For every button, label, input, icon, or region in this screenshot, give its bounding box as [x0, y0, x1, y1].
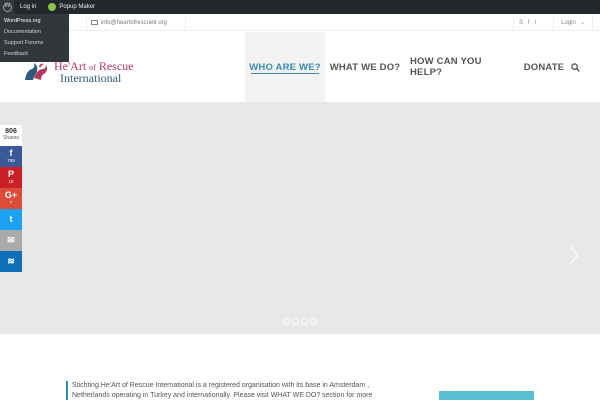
pinterest-share-button[interactable]: P 15 [0, 167, 22, 188]
facebook-icon: f [9, 148, 13, 159]
share-total-label: Shares [3, 135, 19, 141]
logo-text-line2: International [60, 71, 122, 85]
admin-login-label: Log in [20, 4, 37, 10]
contact-email[interactable]: info@heartofrescuetr.org [86, 14, 186, 31]
sumome-icon: ≋ [7, 256, 15, 266]
slider-pagination [283, 318, 317, 325]
chevron-down-icon: ⌄ [579, 20, 585, 26]
twitter-bird-icon: t [9, 214, 13, 224]
wordpress-menu-dropdown: WordPress.org Documentation Support Foru… [0, 14, 69, 62]
intro-line-2: Netherlands operating in Turkey and inte… [72, 392, 373, 399]
twitter-share-button[interactable]: t [0, 209, 22, 230]
admin-bar: Log in Popup Maker [0, 0, 600, 14]
popup-maker-menu[interactable]: Popup Maker [42, 3, 101, 11]
intro-cta-button[interactable] [439, 391, 534, 400]
slider-dot[interactable] [292, 318, 299, 325]
login-dropdown[interactable]: Login ⌄ [553, 14, 593, 31]
skype-icon[interactable]: S [519, 20, 523, 26]
envelope-icon: ✉ [7, 235, 15, 245]
admin-login-link[interactable]: Log in [14, 4, 42, 10]
google-plus-share-button[interactable]: G+ 7 [0, 188, 22, 209]
search-icon[interactable] [571, 63, 580, 72]
nav-what-we-do-label: WHAT WE DO? [329, 61, 401, 73]
pinterest-icon: P [7, 169, 14, 180]
login-label: Login [561, 19, 576, 26]
slider-dot[interactable] [310, 318, 317, 325]
hero-slider [0, 102, 600, 334]
nav-active-underline [251, 73, 319, 74]
nav-donate[interactable]: DONATE [522, 32, 566, 102]
slider-dot[interactable] [283, 318, 290, 325]
twitter-icon[interactable]: t [535, 20, 537, 26]
social-links: S f t [513, 14, 541, 31]
nav-how-can-you-help[interactable]: HOW CAN YOU HELP? [410, 32, 514, 102]
intro-line-1: Stichting He'Art of Rescue International… [72, 382, 370, 389]
slider-dot[interactable] [301, 318, 308, 325]
facebook-icon[interactable]: f [528, 20, 530, 26]
google-plus-share-count: 7 [9, 200, 13, 206]
popup-maker-icon [48, 3, 57, 11]
nav-who-are-we-label: WHO ARE WE? [249, 61, 321, 73]
contact-email-text: info@heartofrescuetr.org [100, 19, 167, 26]
chevron-right-icon[interactable] [569, 245, 579, 265]
wp-menu-item[interactable]: Feedback [0, 49, 69, 60]
top-info-bar: info@heartofrescuetr.org S f t Login ⌄ [0, 14, 600, 31]
wordpress-logo-icon[interactable] [0, 0, 14, 14]
nav-donate-label: DONATE [523, 61, 565, 73]
popup-maker-label: Popup Maker [59, 4, 96, 10]
site-header: He'Art of Rescue International WHO ARE W… [0, 32, 600, 102]
wp-menu-item[interactable]: Documentation [0, 27, 69, 38]
wp-menu-item[interactable]: WordPress.org [0, 16, 69, 27]
nav-who-are-we[interactable]: WHO ARE WE? [245, 32, 325, 102]
email-share-button[interactable]: ✉ [0, 230, 22, 251]
facebook-share-button[interactable]: f 769 [0, 146, 22, 167]
envelope-icon [91, 20, 98, 25]
intro-text: Stichting He'Art of Rescue International… [66, 381, 386, 400]
wp-menu-item[interactable]: Support Forums [0, 38, 69, 49]
pinterest-share-count: 15 [8, 179, 14, 185]
sumome-share-button[interactable]: ≋ [0, 251, 22, 272]
share-total-count: 806 [5, 128, 17, 135]
facebook-share-count: 769 [7, 158, 15, 164]
nav-what-we-do[interactable]: WHAT WE DO? [329, 32, 401, 102]
dog-cat-logo-icon [25, 63, 48, 80]
google-plus-icon: G+ [4, 190, 18, 201]
nav-how-can-you-help-label: HOW CAN YOU HELP? [410, 56, 482, 78]
share-total: 806 Shares [0, 125, 22, 146]
share-sidebar: 806 Shares f 769 P 15 G+ 7 t ✉ ≋ [0, 125, 22, 272]
